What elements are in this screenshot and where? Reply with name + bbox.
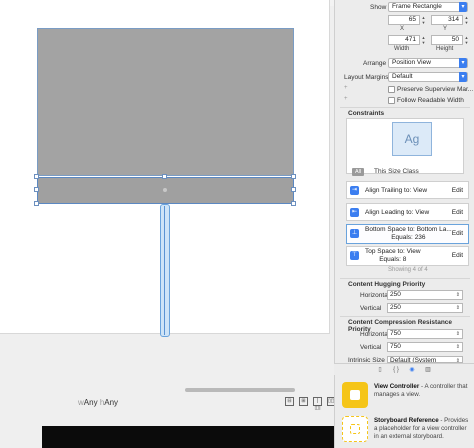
file-template-icon[interactable]: ▯ bbox=[376, 366, 384, 374]
divider bbox=[340, 107, 470, 108]
constraint-row-leading[interactable]: ⇤ Align Leading to: View Edit bbox=[346, 203, 469, 221]
hugging-vertical-field[interactable]: 250 bbox=[387, 303, 463, 313]
compression-vertical-field[interactable]: 750 bbox=[387, 342, 463, 352]
width-field[interactable]: 471 bbox=[388, 35, 420, 45]
x-stepper-icon[interactable]: ▲ ▼ bbox=[421, 15, 426, 25]
layout-margins-label: Layout Margins bbox=[344, 74, 389, 81]
resize-handle[interactable] bbox=[34, 201, 39, 206]
edit-button[interactable]: Edit bbox=[452, 230, 463, 237]
all-tag[interactable]: All bbox=[352, 168, 364, 176]
library-item-storyboard-reference[interactable]: Storyboard Reference - Provides a placeh… bbox=[342, 416, 470, 446]
center-marker bbox=[163, 188, 167, 192]
library-tabs: ▯ { } ◉ ▥ bbox=[334, 363, 474, 375]
follow-readable-label: Follow Readable Width bbox=[397, 97, 464, 104]
compression-horizontal-label: Horizontal bbox=[360, 331, 390, 338]
y-caption: Y bbox=[443, 26, 448, 32]
pin-icon[interactable]: |◫| bbox=[313, 397, 322, 411]
code-snippet-icon[interactable]: { } bbox=[392, 366, 400, 374]
preserve-superview-label: Preserve Superview Mar... bbox=[397, 86, 474, 93]
resize-handle[interactable] bbox=[34, 174, 39, 179]
arrange-popup[interactable]: Position View bbox=[388, 58, 468, 68]
resolve-issues-icon[interactable]: ▯◫ bbox=[327, 397, 334, 406]
horizontal-scrollbar[interactable] bbox=[0, 386, 334, 394]
hugging-title: Content Hugging Priority bbox=[348, 281, 426, 288]
storyboard-reference-icon bbox=[342, 416, 368, 442]
align-icon[interactable]: ⊞ bbox=[299, 397, 308, 406]
width-stepper-icon[interactable]: ▲ ▼ bbox=[421, 35, 426, 45]
align-leading-icon: ⇤ bbox=[350, 208, 359, 217]
stack-icon[interactable]: ⊟ bbox=[285, 397, 294, 406]
compression-vertical-label: Vertical bbox=[360, 344, 382, 351]
edit-button[interactable]: Edit bbox=[452, 187, 463, 194]
bottom-space-icon: ⊥ bbox=[350, 229, 359, 238]
height-field[interactable]: 50 bbox=[431, 35, 463, 45]
x-field[interactable]: 65 bbox=[388, 15, 420, 25]
compression-horizontal-field[interactable]: 750 bbox=[387, 329, 463, 339]
library-item-view-controller[interactable]: View Controller - A controller that mana… bbox=[342, 382, 470, 412]
layout-margins-popup[interactable]: Default bbox=[388, 72, 468, 82]
view-controller-icon bbox=[342, 382, 368, 408]
resize-handle[interactable] bbox=[34, 187, 39, 192]
align-trailing-icon: ⇥ bbox=[350, 186, 359, 195]
storyboard-canvas[interactable]: wAny hAny ⊟ ⊞ |◫| ▯◫ bbox=[0, 0, 334, 448]
scrollbar-thumb[interactable] bbox=[185, 388, 295, 392]
y-stepper-icon[interactable]: ▲ ▼ bbox=[464, 15, 469, 25]
showing-count: Showing 4 of 4 bbox=[388, 267, 428, 273]
resize-handle[interactable] bbox=[291, 187, 296, 192]
y-field[interactable]: 314 bbox=[431, 15, 463, 25]
arrange-label: Arrange bbox=[363, 60, 387, 67]
resize-handle[interactable] bbox=[162, 174, 167, 179]
show-popup[interactable]: Frame Rectangle bbox=[388, 2, 468, 12]
media-library-icon[interactable]: ▥ bbox=[424, 366, 432, 374]
size-class-control[interactable]: wAny hAny bbox=[78, 398, 118, 407]
follow-readable-checkbox[interactable] bbox=[388, 97, 395, 104]
constraint-row-trailing[interactable]: ⇥ Align Trailing to: View Edit bbox=[346, 181, 469, 199]
constraint-line bbox=[164, 206, 165, 335]
edit-button[interactable]: Edit bbox=[452, 209, 463, 216]
plus-icon[interactable]: + bbox=[344, 85, 348, 91]
edit-button[interactable]: Edit bbox=[452, 252, 463, 259]
show-label: Show bbox=[370, 4, 387, 11]
plus-icon[interactable]: + bbox=[344, 96, 348, 102]
hugging-horizontal-label: Horizontal bbox=[360, 292, 390, 299]
canvas-tools: ⊟ ⊞ |◫| ▯◫ bbox=[285, 397, 334, 411]
size-class-label[interactable]: This Size Class bbox=[374, 168, 419, 175]
divider bbox=[340, 316, 470, 317]
constraint-row-bottom-space[interactable]: ⊥ Bottom Space to: Bottom La... Equals: 2… bbox=[346, 224, 469, 244]
gray-view-upper[interactable] bbox=[37, 28, 294, 176]
resize-handle[interactable] bbox=[291, 174, 296, 179]
x-caption: X bbox=[400, 26, 405, 32]
object-library-icon[interactable]: ◉ bbox=[408, 366, 416, 374]
constraint-row-top-space[interactable]: ⊤ Top Space to: View Equals: 8 Edit bbox=[346, 246, 469, 266]
width-caption: Width bbox=[394, 46, 410, 52]
height-caption: Height bbox=[436, 46, 454, 52]
divider bbox=[340, 278, 470, 279]
intrinsic-size-field[interactable]: Default (System Defined) bbox=[387, 356, 463, 363]
top-space-icon: ⊤ bbox=[350, 251, 359, 260]
preserve-superview-checkbox[interactable] bbox=[388, 86, 395, 93]
constraints-title: Constraints bbox=[348, 110, 385, 117]
resize-handle[interactable] bbox=[291, 201, 296, 206]
bottom-space-constraint[interactable] bbox=[160, 204, 170, 337]
bottom-dark-area bbox=[42, 426, 334, 448]
hugging-vertical-label: Vertical bbox=[360, 305, 382, 312]
hugging-horizontal-field[interactable]: 250 bbox=[387, 290, 463, 300]
constraint-preview: Ag bbox=[392, 122, 432, 156]
height-stepper-icon[interactable]: ▲ ▼ bbox=[464, 35, 469, 45]
